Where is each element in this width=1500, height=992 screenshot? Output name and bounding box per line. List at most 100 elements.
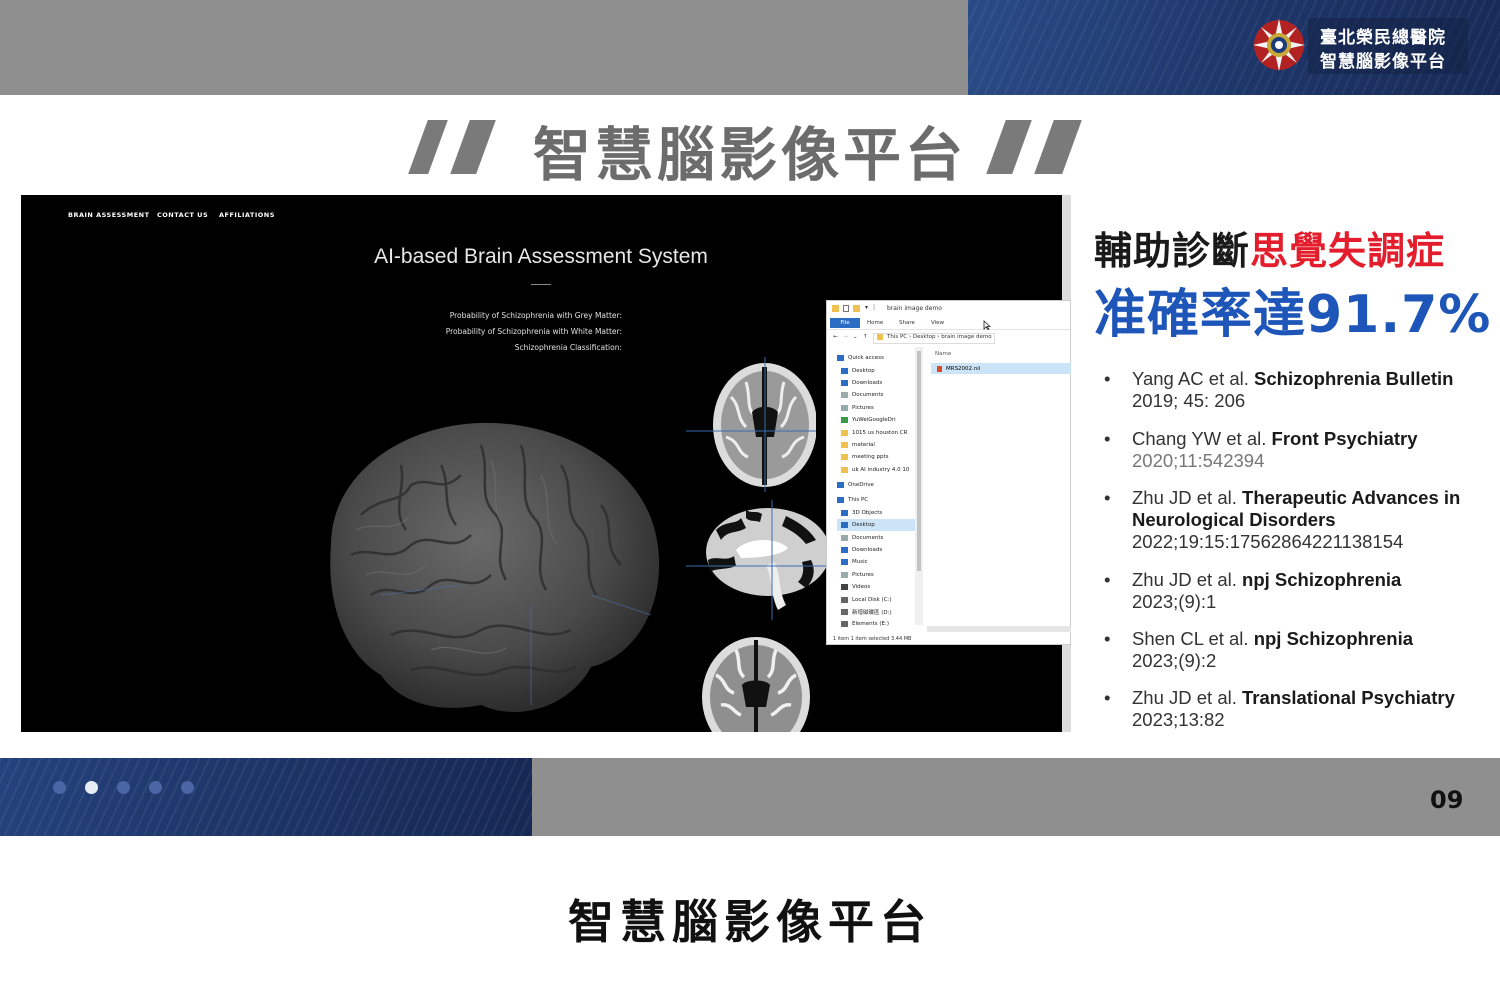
nav-pane-item[interactable]: Quick access xyxy=(837,352,917,364)
nav-pane-scroll-thumb[interactable] xyxy=(917,351,921,571)
nav-pane-item-label: Desktop xyxy=(852,367,875,374)
desktop-icon xyxy=(841,367,848,374)
ribbon-tab-home[interactable]: Home xyxy=(867,320,883,326)
reference-citation: 2022;19:15:17562864221138154 xyxy=(1132,531,1404,552)
folder-icon xyxy=(841,454,848,461)
nav-pane-item-label: Pictures xyxy=(852,404,874,411)
nav-pane-item[interactable]: This PC xyxy=(837,494,917,506)
reference-journal: Translational Psychiatry xyxy=(1242,687,1455,708)
titlebar-separator: | xyxy=(873,304,876,311)
ribbon-tab-file[interactable]: File xyxy=(830,318,860,328)
reference-authors: Zhu JD et al. xyxy=(1132,687,1243,708)
nav-pane-item[interactable]: material xyxy=(837,439,917,451)
nav-pane-item[interactable]: Desktop xyxy=(837,519,917,532)
reference-journal: Schizophrenia Bulletin xyxy=(1254,368,1454,389)
hospital-logo-text: 臺北榮民總醫院 智慧腦影像平台 xyxy=(1308,18,1468,74)
nav-pane-item-label: This PC xyxy=(848,497,869,504)
reference-journal: Front Psychiatry xyxy=(1271,428,1418,449)
nav-brain-assessment[interactable]: BRAIN ASSESSMENT xyxy=(68,211,150,219)
nav-pane-item[interactable]: 3D Objects xyxy=(837,507,917,519)
slide-title: 智慧腦影像平台 xyxy=(532,121,967,189)
column-header-name[interactable]: Name xyxy=(935,351,951,357)
axial-slice-bottom[interactable] xyxy=(696,635,816,732)
properties-icon[interactable] xyxy=(843,305,849,312)
explorer-address-row: ← → ⌄ ↑ This PC › Desktop › brain image … xyxy=(827,331,1070,345)
nav-pane-item[interactable]: uk AI industry 4.0 10 xyxy=(837,464,917,476)
bullet-icon: • xyxy=(1104,687,1111,708)
axial-slice-top[interactable] xyxy=(686,357,816,492)
desktop-icon xyxy=(841,522,848,529)
address-folder-icon xyxy=(877,334,883,340)
3d-brain-render[interactable] xyxy=(291,405,691,725)
nav-pane-item-label: material xyxy=(852,441,875,448)
folder-icon xyxy=(841,466,848,473)
nav-contact-us[interactable]: CONTACT US xyxy=(157,211,208,219)
back-arrow-icon[interactable]: ← xyxy=(833,334,838,340)
file-row-selected[interactable]: MRS2002.nii xyxy=(931,363,1071,374)
nav-pane-item[interactable]: Pictures xyxy=(837,402,917,414)
prob-white-matter-label: Probability of Schizophrenia with White … xyxy=(445,327,622,336)
disk-icon xyxy=(841,621,848,628)
explorer-nav-pane: Quick access Desktop Downloads Documents Pic… xyxy=(837,349,917,631)
music-icon xyxy=(841,559,848,566)
nav-pane-item[interactable]: Documents xyxy=(837,389,917,401)
nii-file-icon xyxy=(937,365,942,372)
nav-pane-item-label: meeting ppts xyxy=(852,454,889,461)
nav-pane-item[interactable]: Music xyxy=(837,556,917,568)
reference-citation: 2023;(9):2 xyxy=(1132,650,1217,671)
reference-item: • Zhu JD et al. npj Schizophrenia 2023;(9)… xyxy=(1104,569,1484,613)
nav-affiliations[interactable]: AFFILIATIONS xyxy=(219,211,275,219)
disk-icon xyxy=(841,596,848,603)
headline-assist-text: 輔助診斷 xyxy=(1094,229,1251,273)
reference-citation: 2019; 45: 206 xyxy=(1132,390,1246,411)
nav-pane-item[interactable]: 1015 us houston CR xyxy=(837,426,917,438)
ribbon-tab-share[interactable]: Share xyxy=(899,320,915,326)
nav-pane-item[interactable]: YuWeiGoogleDri xyxy=(837,414,917,426)
nav-pane-item[interactable]: Videos xyxy=(837,581,917,593)
mouse-cursor-icon xyxy=(983,320,991,330)
up-arrow-icon[interactable]: ↑ xyxy=(863,334,868,340)
recent-dropdown-icon[interactable]: ⌄ xyxy=(853,334,858,340)
explorer-titlebar: ▾ | brain image demo xyxy=(827,301,1070,317)
new-folder-icon[interactable] xyxy=(853,305,860,312)
horizontal-scrollbar[interactable] xyxy=(927,626,1071,632)
star-icon xyxy=(837,355,844,362)
pc-icon xyxy=(837,497,844,504)
nav-pane-item[interactable]: Elements (E:) xyxy=(837,618,917,630)
nav-pane-item-label: OneDrive xyxy=(848,482,874,489)
footer-band-blue xyxy=(0,758,532,836)
bullet-icon: • xyxy=(1104,569,1111,590)
bullet-icon: • xyxy=(1104,368,1111,389)
download-icon xyxy=(841,547,848,554)
folder-icon xyxy=(841,441,848,448)
quick-access-toolbar-dropdown-icon[interactable]: ▾ xyxy=(865,304,868,311)
nav-pane-item-label: Downloads xyxy=(852,547,883,554)
cloud-icon xyxy=(837,482,844,489)
file-name: MRS2002.nii xyxy=(946,365,981,372)
nav-pane-item[interactable]: Downloads xyxy=(837,544,917,556)
nav-pane-item[interactable]: OneDrive xyxy=(837,479,917,491)
nav-pane-item-label: Pictures xyxy=(852,571,874,578)
reference-citation: 2023;(9):1 xyxy=(1132,591,1217,612)
forward-arrow-icon[interactable]: → xyxy=(843,334,848,340)
nav-pane-item[interactable]: Documents xyxy=(837,531,917,543)
bullet-icon: • xyxy=(1104,428,1111,449)
disk-icon xyxy=(841,609,848,615)
nav-pane-item[interactable]: 新增磁碟區 (D:) xyxy=(837,606,917,618)
reference-item: • Yang AC et al. Schizophrenia Bulletin 20… xyxy=(1104,368,1484,412)
nav-pane-item[interactable]: Local Disk (C:) xyxy=(837,593,917,605)
sagittal-slice[interactable] xyxy=(686,500,826,620)
nav-pane-item[interactable]: Pictures xyxy=(837,569,917,581)
nav-pane-item-label: Quick access xyxy=(848,355,884,362)
progress-dot xyxy=(149,781,162,794)
nav-pane-item[interactable]: meeting ppts xyxy=(837,451,917,463)
headline-schizophrenia-text: 思覺失調症 xyxy=(1250,229,1446,273)
nav-pane-item-label: 3D Objects xyxy=(852,509,883,516)
nav-pane-item[interactable]: Desktop xyxy=(837,364,917,376)
classification-label: Schizophrenia Classification: xyxy=(514,343,622,352)
progress-dot xyxy=(53,781,66,794)
nav-pane-item[interactable]: Downloads xyxy=(837,377,917,389)
reference-journal: npj Schizophrenia xyxy=(1253,628,1414,649)
title-divider xyxy=(531,284,551,285)
ribbon-tab-view[interactable]: View xyxy=(931,320,944,326)
